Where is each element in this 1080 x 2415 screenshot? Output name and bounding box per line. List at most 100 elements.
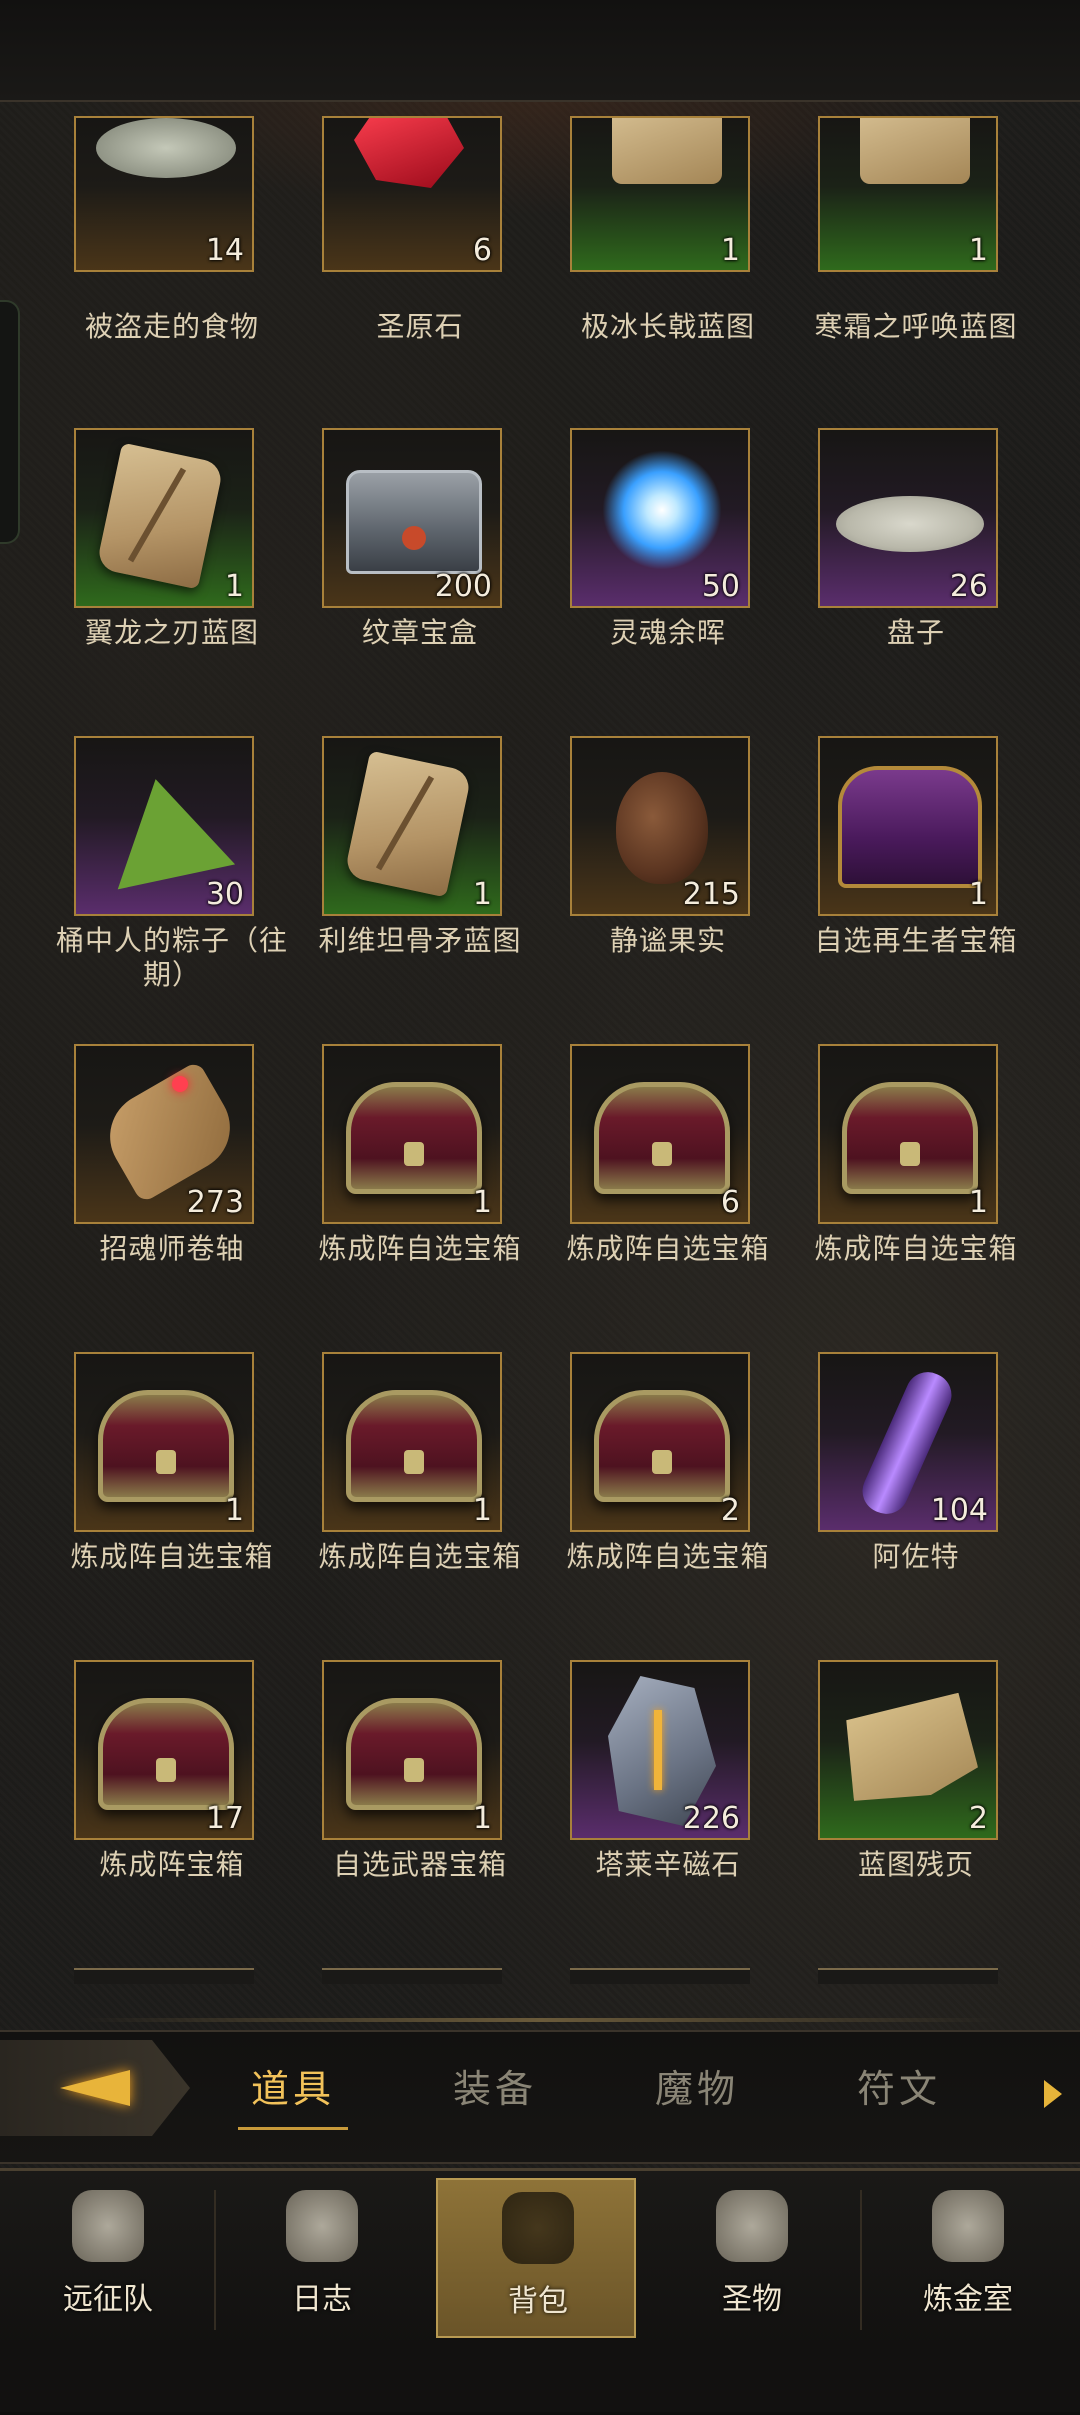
inventory-item[interactable]: 1 炼成阵自选宝箱 (792, 1044, 1040, 1344)
inventory-item-partial[interactable] (322, 1968, 502, 1984)
item-name: 自选武器宝箱 (332, 1848, 507, 1881)
item-tile: 2 (818, 1660, 998, 1840)
tab-runes[interactable]: 符文 (814, 2058, 984, 2118)
item-name: 圣原石 (376, 310, 464, 343)
item-tile: 6 (570, 1044, 750, 1224)
nav-expedition[interactable]: 远征队 (8, 2178, 208, 2338)
inventory-item-partial[interactable] (818, 1968, 998, 1984)
filter-arrow-icon (60, 2070, 130, 2106)
inventory-item-partial[interactable] (74, 1968, 254, 1984)
item-name: 极冰长戟蓝图 (580, 310, 755, 343)
inventory-item-partial[interactable] (570, 1968, 750, 1984)
viking-helmet-icon (72, 2190, 144, 2262)
item-count: 17 (205, 1801, 244, 1836)
item-count: 6 (472, 233, 492, 268)
item-count: 1 (224, 569, 244, 604)
filter-button[interactable] (0, 2040, 190, 2136)
item-count: 2 (720, 1493, 740, 1528)
item-tile: 1 (570, 116, 750, 272)
nav-label: 圣物 (722, 2282, 782, 2317)
item-name: 炼成阵自选宝箱 (70, 1540, 274, 1573)
inventory-item[interactable]: 1 自选武器宝箱 (296, 1660, 544, 1960)
item-tile: 1 (818, 1044, 998, 1224)
item-count: 215 (682, 877, 740, 912)
item-tile: 17 (74, 1660, 254, 1840)
bottom-strip (0, 2340, 1080, 2412)
item-name: 炼成阵自选宝箱 (318, 1232, 522, 1265)
item-name: 蓝图残页 (857, 1848, 974, 1881)
item-name: 塔莱辛磁石 (595, 1848, 741, 1881)
item-name: 炼成阵宝箱 (99, 1848, 245, 1881)
item-tile: 1 (322, 736, 502, 916)
item-count: 104 (930, 1493, 988, 1528)
inventory-item[interactable]: 1 极冰长戟蓝图 (544, 116, 792, 446)
item-name: 炼成阵自选宝箱 (814, 1232, 1018, 1265)
inventory-item[interactable]: 1 炼成阵自选宝箱 (296, 1352, 544, 1652)
item-tile: 26 (818, 428, 998, 608)
inventory-item[interactable]: 1 利维坦骨矛蓝图 (296, 736, 544, 1036)
item-tile: 6 (322, 116, 502, 272)
nav-label: 日志 (292, 2282, 352, 2317)
item-tile: 200 (322, 428, 502, 608)
inventory-item[interactable]: 1 自选再生者宝箱 (792, 736, 1040, 1036)
inventory-item[interactable]: 6 圣原石 (296, 116, 544, 446)
item-count: 26 (949, 569, 988, 604)
item-count: 1 (720, 233, 740, 268)
arrow-right-icon[interactable] (1044, 2080, 1062, 2108)
nav-journal[interactable]: 日志 (222, 2178, 422, 2338)
item-tile: 50 (570, 428, 750, 608)
item-tile: 104 (818, 1352, 998, 1532)
inventory-item[interactable]: 226 塔莱辛磁石 (544, 1660, 792, 1960)
item-count: 30 (205, 877, 244, 912)
item-count: 226 (682, 1801, 740, 1836)
nav-backpack[interactable]: 背包 (436, 2178, 636, 2338)
item-name: 炼成阵自选宝箱 (318, 1540, 522, 1573)
item-tile: 1 (74, 1352, 254, 1532)
inventory-item[interactable]: 30 桶中人的粽子（往期） (48, 736, 296, 1036)
nav-relics[interactable]: 圣物 (652, 2178, 852, 2338)
inventory-item[interactable]: 26 盘子 (792, 428, 1040, 728)
inventory-item[interactable]: 215 静谧果实 (544, 736, 792, 1036)
nav-divider (214, 2190, 216, 2330)
inventory-item[interactable]: 50 灵魂余晖 (544, 428, 792, 728)
item-tile: 1 (818, 116, 998, 272)
tab-monsters[interactable]: 魔物 (612, 2058, 782, 2118)
inventory-item[interactable]: 6 炼成阵自选宝箱 (544, 1044, 792, 1344)
inventory-item[interactable]: 273 招魂师卷轴 (48, 1044, 296, 1344)
inventory-item[interactable]: 1 炼成阵自选宝箱 (48, 1352, 296, 1652)
item-count: 1 (224, 1493, 244, 1528)
nav-alchemy[interactable]: 炼金室 (868, 2178, 1068, 2338)
item-tile: 30 (74, 736, 254, 916)
nav-label: 远征队 (63, 2282, 153, 2317)
item-count: 1 (472, 1801, 492, 1836)
alchemy-icon (932, 2190, 1004, 2262)
item-tile: 1 (322, 1352, 502, 1532)
item-name: 纹章宝盒 (361, 616, 478, 649)
backpack-icon (502, 2192, 574, 2264)
item-count: 1 (472, 1185, 492, 1220)
item-name: 桶中人的粽子（往期） (55, 924, 288, 991)
relic-chalice-icon (716, 2190, 788, 2262)
inventory-item[interactable]: 1 寒霜之呼唤蓝图 (792, 116, 1040, 446)
item-tile: 14 (74, 116, 254, 272)
inventory-item[interactable]: 2 炼成阵自选宝箱 (544, 1352, 792, 1652)
item-tile: 2 (570, 1352, 750, 1532)
inventory-item[interactable]: 1 翼龙之刃蓝图 (48, 428, 296, 728)
item-tile: 215 (570, 736, 750, 916)
item-tile: 1 (322, 1044, 502, 1224)
inventory-item[interactable]: 1 炼成阵自选宝箱 (296, 1044, 544, 1344)
item-name: 炼成阵自选宝箱 (566, 1232, 770, 1265)
nav-label: 炼金室 (923, 2282, 1013, 2317)
item-name: 招魂师卷轴 (99, 1232, 245, 1265)
item-count: 1 (472, 1493, 492, 1528)
item-name: 盘子 (886, 616, 945, 649)
tab-items[interactable]: 道具 (208, 2058, 378, 2130)
item-count: 1 (472, 877, 492, 912)
inventory-item[interactable]: 2 蓝图残页 (792, 1660, 1040, 1960)
tab-divider (80, 2018, 1000, 2022)
inventory-item[interactable]: 17 炼成阵宝箱 (48, 1660, 296, 1960)
inventory-item[interactable]: 14 被盗走的食物 (48, 116, 296, 446)
tab-equipment[interactable]: 装备 (410, 2058, 580, 2118)
inventory-item[interactable]: 104 阿佐特 (792, 1352, 1040, 1652)
inventory-item[interactable]: 200 纹章宝盒 (296, 428, 544, 728)
